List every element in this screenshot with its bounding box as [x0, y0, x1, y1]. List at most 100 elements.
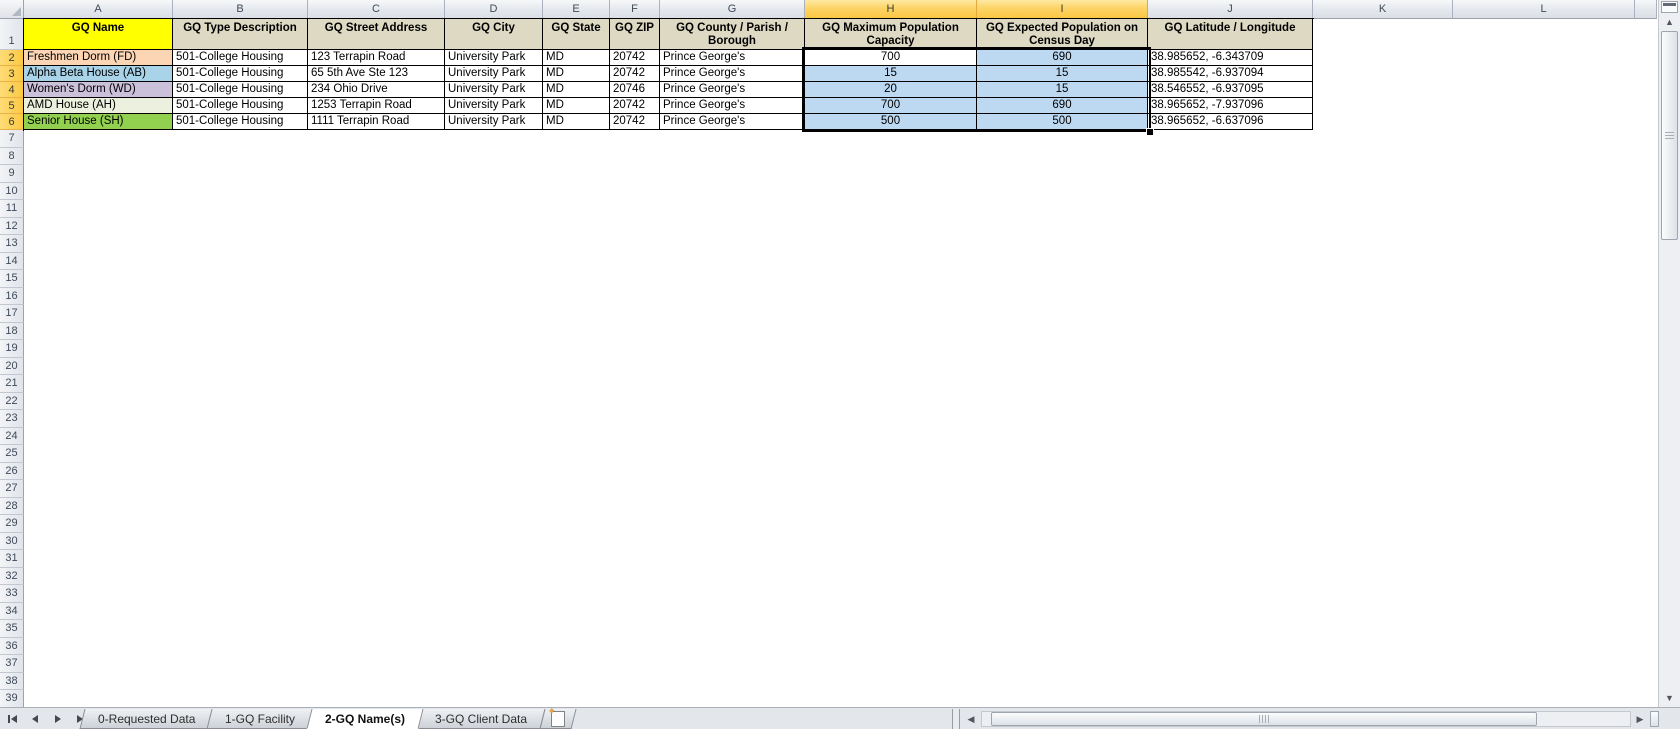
next-sheet-button[interactable] — [51, 712, 65, 725]
row-header-14[interactable]: 14 — [0, 252, 24, 270]
header-cell-H1[interactable]: GQ Maximum Population Capacity — [805, 19, 977, 50]
row-header-36[interactable]: 36 — [0, 637, 24, 655]
cell-H2[interactable]: 700 — [805, 50, 977, 66]
row-header-33[interactable]: 33 — [0, 585, 24, 603]
column-header-E[interactable]: E — [543, 0, 610, 19]
row-header-28[interactable]: 28 — [0, 497, 24, 515]
row-header-21[interactable]: 21 — [0, 375, 24, 393]
cell-I2[interactable]: 690 — [977, 50, 1148, 66]
sheet-tab-0-requested-data[interactable]: 0-Requested Data — [79, 709, 214, 729]
sheet-tab-2-gq-name-s[interactable]: 2-GQ Name(s) — [306, 709, 424, 729]
cell-D6[interactable]: University Park — [445, 114, 543, 130]
cell-C2[interactable]: 123 Terrapin Road — [308, 50, 445, 66]
scroll-right-button[interactable]: ▶ — [1632, 712, 1648, 726]
row-header-12[interactable]: 12 — [0, 217, 24, 235]
row-header-2[interactable]: 2 — [0, 50, 24, 66]
cell-C5[interactable]: 1253 Terrapin Road — [308, 98, 445, 114]
cell-B6[interactable]: 501-College Housing — [173, 114, 308, 130]
cell-J2[interactable]: 38.985652, -6.343709 — [1148, 50, 1313, 66]
cell-B2[interactable]: 501-College Housing — [173, 50, 308, 66]
header-cell-J1[interactable]: GQ Latitude / Longitude — [1148, 19, 1313, 50]
cell-F4[interactable]: 20746 — [610, 82, 660, 98]
row-header-37[interactable]: 37 — [0, 655, 24, 673]
cell-D3[interactable]: University Park — [445, 66, 543, 82]
header-cell-C1[interactable]: GQ Street Address — [308, 19, 445, 50]
cell-D5[interactable]: University Park — [445, 98, 543, 114]
row-header-20[interactable]: 20 — [0, 357, 24, 375]
scroll-down-button[interactable]: ▼ — [1659, 690, 1680, 706]
header-cell-A1[interactable]: GQ Name — [24, 19, 173, 50]
cell-F3[interactable]: 20742 — [610, 66, 660, 82]
cell-E6[interactable]: MD — [543, 114, 610, 130]
row-header-23[interactable]: 23 — [0, 410, 24, 428]
row-header-30[interactable]: 30 — [0, 532, 24, 550]
row-header-8[interactable]: 8 — [0, 147, 24, 165]
insert-worksheet-button[interactable]: ✦ — [539, 706, 576, 729]
header-cell-D1[interactable]: GQ City — [445, 19, 543, 50]
column-header-I[interactable]: I — [977, 0, 1148, 19]
header-cell-I1[interactable]: GQ Expected Population on Census Day — [977, 19, 1148, 50]
select-all-button[interactable] — [0, 0, 24, 19]
cell-D2[interactable]: University Park — [445, 50, 543, 66]
cell-H4[interactable]: 20 — [805, 82, 977, 98]
cell-E3[interactable]: MD — [543, 66, 610, 82]
header-cell-E1[interactable]: GQ State — [543, 19, 610, 50]
row-header-25[interactable]: 25 — [0, 445, 24, 463]
sheet-tab-3-gq-client-data[interactable]: 3-GQ Client Data — [416, 709, 546, 729]
row-header-18[interactable]: 18 — [0, 322, 24, 340]
row-header-9[interactable]: 9 — [0, 165, 24, 183]
cell-A3[interactable]: Alpha Beta House (AB) — [24, 66, 173, 82]
row-header-5[interactable]: 5 — [0, 98, 24, 114]
cell-H6[interactable]: 500 — [805, 114, 977, 130]
column-header-partial[interactable] — [1635, 0, 1657, 19]
column-header-H[interactable]: H — [805, 0, 977, 19]
cell-A4[interactable]: Women's Dorm (WD) — [24, 82, 173, 98]
cell-G3[interactable]: Prince George's — [660, 66, 805, 82]
row-header-17[interactable]: 17 — [0, 305, 24, 323]
cell-G5[interactable]: Prince George's — [660, 98, 805, 114]
cell-I3[interactable]: 15 — [977, 66, 1148, 82]
header-cell-G1[interactable]: GQ County / Parish / Borough — [660, 19, 805, 50]
cell-A6[interactable]: Senior House (SH) — [24, 114, 173, 130]
cell-J5[interactable]: 38.965652, -7.937096 — [1148, 98, 1313, 114]
cell-B3[interactable]: 501-College Housing — [173, 66, 308, 82]
column-header-A[interactable]: A — [24, 0, 173, 19]
row-header-15[interactable]: 15 — [0, 270, 24, 288]
header-cell-F1[interactable]: GQ ZIP — [610, 19, 660, 50]
row-header-6[interactable]: 6 — [0, 114, 24, 130]
vertical-scrollbar[interactable]: ▲ ▼ — [1658, 0, 1680, 707]
scroll-left-button[interactable]: ◀ — [963, 712, 979, 726]
scroll-up-button[interactable]: ▲ — [1659, 14, 1680, 30]
row-header-39[interactable]: 39 — [0, 690, 24, 707]
cell-C6[interactable]: 1111 Terrapin Road — [308, 114, 445, 130]
cell-F6[interactable]: 20742 — [610, 114, 660, 130]
vertical-split-handle[interactable] — [1661, 1, 1678, 13]
row-header-24[interactable]: 24 — [0, 427, 24, 445]
cell-G2[interactable]: Prince George's — [660, 50, 805, 66]
row-header-13[interactable]: 13 — [0, 235, 24, 253]
row-header-35[interactable]: 35 — [0, 620, 24, 638]
column-header-D[interactable]: D — [445, 0, 543, 19]
column-header-J[interactable]: J — [1148, 0, 1313, 19]
scrollbar-resize-handle[interactable] — [1650, 711, 1659, 727]
column-header-B[interactable]: B — [173, 0, 308, 19]
column-header-K[interactable]: K — [1313, 0, 1453, 19]
cell-J3[interactable]: 38.985542, -6.937094 — [1148, 66, 1313, 82]
cell-B4[interactable]: 501-College Housing — [173, 82, 308, 98]
cell-H3[interactable]: 15 — [805, 66, 977, 82]
cell-C3[interactable]: 65 5th Ave Ste 123 — [308, 66, 445, 82]
row-header-26[interactable]: 26 — [0, 462, 24, 480]
horizontal-scrollbar[interactable] — [981, 711, 1631, 727]
vertical-scroll-thumb[interactable] — [1661, 31, 1678, 240]
row-header-1[interactable]: 1 — [0, 19, 24, 50]
cell-A5[interactable]: AMD House (AH) — [24, 98, 173, 114]
cell-E2[interactable]: MD — [543, 50, 610, 66]
row-header-22[interactable]: 22 — [0, 392, 24, 410]
row-header-29[interactable]: 29 — [0, 515, 24, 533]
column-header-F[interactable]: F — [610, 0, 660, 19]
row-header-32[interactable]: 32 — [0, 567, 24, 585]
column-header-L[interactable]: L — [1453, 0, 1635, 19]
row-header-38[interactable]: 38 — [0, 672, 24, 690]
previous-sheet-button[interactable] — [28, 712, 42, 725]
tab-scrollbar-splitter[interactable] — [952, 709, 960, 729]
